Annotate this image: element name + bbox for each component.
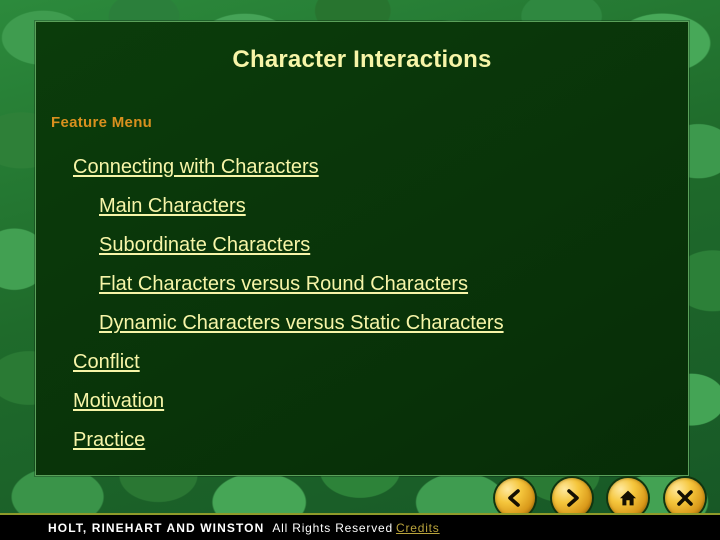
page-title: Character Interactions — [232, 46, 492, 73]
publisher-name: HOLT, RINEHART AND WINSTON — [48, 521, 265, 535]
collection-menu-button[interactable] — [608, 478, 649, 518]
rights-text: All Rights Reserved — [272, 521, 393, 535]
feature-menu-list: Connecting with Characters Main Characte… — [36, 148, 688, 460]
navigation-button-group — [495, 478, 705, 518]
next-button[interactable] — [551, 478, 592, 518]
home-icon — [618, 488, 638, 508]
close-x-icon — [675, 488, 695, 508]
menu-item-flat-versus-round-characters[interactable]: Flat Characters versus Round Characters — [99, 265, 468, 304]
menu-item-conflict[interactable]: Conflict — [73, 343, 140, 382]
forward-chevron-icon — [562, 488, 582, 508]
copyright-text: HOLT, RINEHART AND WINSTON All Rights Res… — [48, 521, 393, 535]
menu-item-dynamic-versus-static-characters[interactable]: Dynamic Characters versus Static Charact… — [99, 304, 504, 343]
slide-background: Character Interactions Feature Menu Conn… — [0, 0, 720, 540]
content-panel: Character Interactions Feature Menu Conn… — [35, 21, 689, 476]
back-chevron-icon — [505, 488, 525, 508]
menu-item-motivation[interactable]: Motivation — [73, 382, 164, 421]
menu-item-practice[interactable]: Practice — [73, 421, 145, 460]
menu-item-main-characters[interactable]: Main Characters — [99, 187, 246, 226]
exit-button[interactable] — [664, 478, 705, 518]
previous-button[interactable] — [495, 478, 535, 518]
menu-item-connecting-with-characters[interactable]: Connecting with Characters — [73, 148, 319, 187]
credits-link[interactable]: Credits — [396, 521, 440, 535]
feature-menu-label: Feature Menu — [51, 114, 153, 131]
menu-item-subordinate-characters[interactable]: Subordinate Characters — [99, 226, 310, 265]
